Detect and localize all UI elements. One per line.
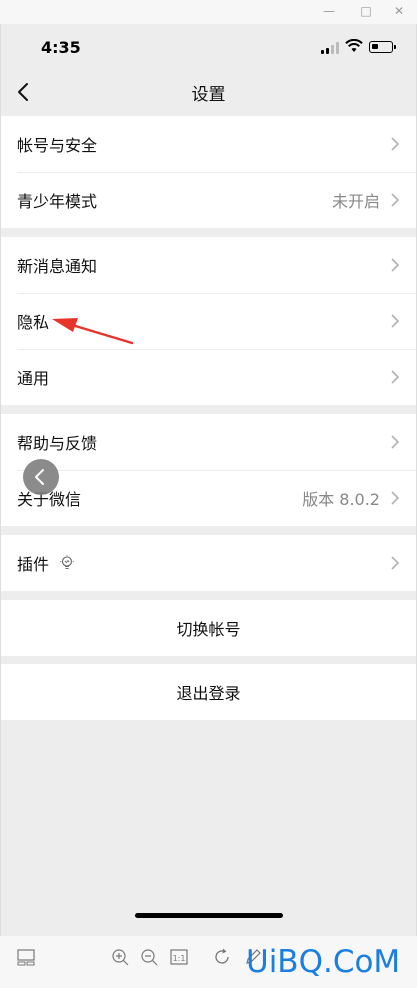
settings-group-about: 帮助与反馈 关于微信 版本 8.0.2 [1, 414, 416, 526]
status-time: 4:35 [41, 38, 81, 57]
chevron-right-icon [391, 193, 400, 207]
row-general[interactable]: 通用 [1, 349, 416, 405]
rotate-icon[interactable] [212, 947, 232, 967]
switch-account-button[interactable]: 切换帐号 [1, 600, 416, 656]
chevron-right-icon [391, 435, 400, 449]
switch-account-group: 切换帐号 [1, 600, 416, 656]
phone-screen: 4:35 设置 帐号与安全 青少年模式 未开启 新消息通知 隐私 通用 帮助与反… [0, 24, 417, 936]
row-label: 通用 [17, 369, 50, 388]
home-indicator [135, 913, 283, 918]
maximize-icon[interactable]: □ [358, 4, 374, 18]
lightbulb-icon [60, 555, 74, 570]
zoom-in-icon[interactable] [110, 947, 130, 967]
settings-group-plugins: 插件 [1, 535, 416, 591]
svg-text:1:1: 1:1 [173, 954, 186, 963]
thumbnail-icon[interactable] [16, 947, 36, 967]
signal-icon [321, 42, 341, 54]
close-icon[interactable]: ✕ [391, 4, 407, 18]
settings-group-account: 帐号与安全 青少年模式 未开启 [1, 116, 416, 228]
switch-account-label: 切换帐号 [176, 620, 241, 639]
chevron-right-icon [391, 370, 400, 384]
zoom-out-icon[interactable] [139, 947, 159, 967]
chevron-right-icon [391, 491, 400, 505]
row-label: 隐私 [17, 313, 50, 332]
row-value: 未开启 [331, 192, 380, 211]
row-label: 帐号与安全 [17, 136, 98, 155]
row-teen-mode[interactable]: 青少年模式 未开启 [1, 172, 416, 228]
page-title: 设置 [191, 85, 226, 105]
row-privacy[interactable]: 隐私 [1, 293, 416, 349]
battery-icon [369, 41, 396, 53]
row-label: 插件 [17, 555, 50, 574]
chevron-right-icon [391, 258, 400, 272]
row-label: 新消息通知 [17, 257, 98, 276]
row-label: 帮助与反馈 [17, 434, 98, 453]
row-help-feedback[interactable]: 帮助与反馈 [1, 414, 416, 470]
chevron-right-icon [391, 314, 400, 328]
status-bar: 4:35 [1, 24, 416, 70]
nav-bar: 设置 [1, 70, 416, 114]
window-titlebar: — □ ✕ [0, 0, 417, 24]
settings-group-general: 新消息通知 隐私 通用 [1, 237, 416, 405]
logout-label: 退出登录 [176, 684, 241, 703]
row-label: 青少年模式 [17, 192, 98, 211]
row-value: 版本 8.0.2 [302, 490, 380, 509]
row-account-security[interactable]: 帐号与安全 [1, 116, 416, 172]
row-plugins[interactable]: 插件 [1, 535, 416, 591]
wifi-icon [345, 39, 363, 52]
logout-group: 退出登录 [1, 664, 416, 720]
chevron-left-icon [35, 469, 44, 485]
actual-size-icon[interactable]: 1:1 [169, 947, 189, 967]
row-notifications[interactable]: 新消息通知 [1, 237, 416, 293]
minimize-icon[interactable]: — [321, 4, 337, 18]
logout-button[interactable]: 退出登录 [1, 664, 416, 720]
chevron-right-icon [391, 137, 400, 151]
floating-back-button[interactable] [23, 459, 59, 495]
watermark-text: UiBQ.CoM [246, 944, 401, 980]
row-about-wechat[interactable]: 关于微信 版本 8.0.2 [1, 470, 416, 526]
chevron-right-icon [391, 556, 400, 570]
